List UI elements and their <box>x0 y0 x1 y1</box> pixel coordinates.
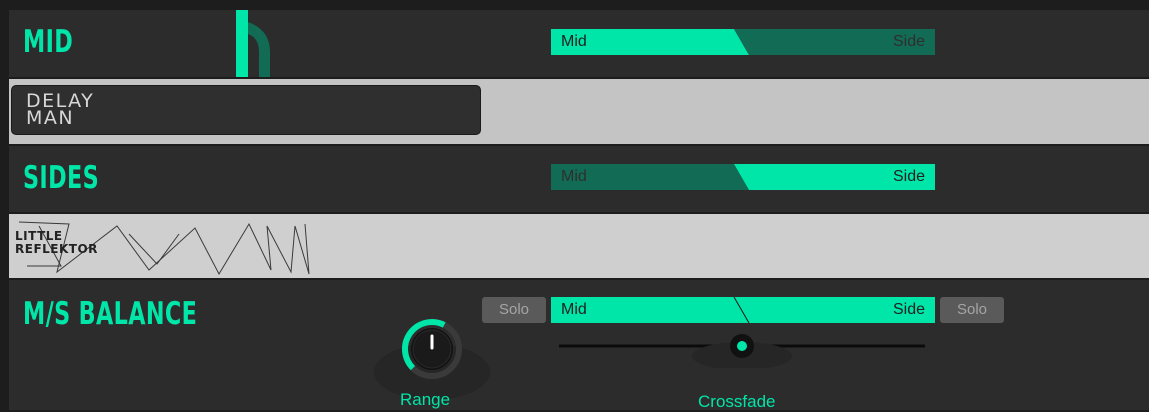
balance-switch-mid-label: Mid <box>561 301 587 318</box>
balance-switch-side-label: Side <box>892 301 925 318</box>
sides-row-switch-side-label: Side <box>892 168 925 185</box>
crossfade-slider[interactable] <box>553 328 933 368</box>
mid-row-switch-mid-label: Mid <box>561 33 587 50</box>
little-reflektor-logo: LITTLE REFLEKTOR <box>15 230 98 256</box>
solo-side-button[interactable]: Solo <box>940 297 1004 323</box>
sides-row-switch-mid-label: Mid <box>561 168 587 185</box>
little-reflektor-line2: REFLEKTOR <box>15 242 98 256</box>
crossfade-label: Crossfade <box>698 392 776 411</box>
delay-man-line2: MAN <box>26 107 75 129</box>
delay-man-plugin-panel[interactable]: DELAY MAN <box>11 85 481 135</box>
balance-title: M/S BALANCE <box>23 296 198 332</box>
mid-row-switch-side-label: Side <box>892 33 925 50</box>
delay-man-logo: DELAY MAN <box>26 92 94 129</box>
range-label: Range <box>400 390 451 409</box>
sides-title: SIDES <box>23 160 100 196</box>
reflektor-plugin-slot[interactable]: LITTLE REFLEKTOR <box>9 214 1149 278</box>
sides-row-mid-side-switch[interactable]: Mid Side <box>551 164 935 190</box>
mid-row-mid-side-switch[interactable]: Mid Side <box>551 29 935 55</box>
balance-mid-side-switch[interactable]: Mid Side <box>551 297 935 323</box>
